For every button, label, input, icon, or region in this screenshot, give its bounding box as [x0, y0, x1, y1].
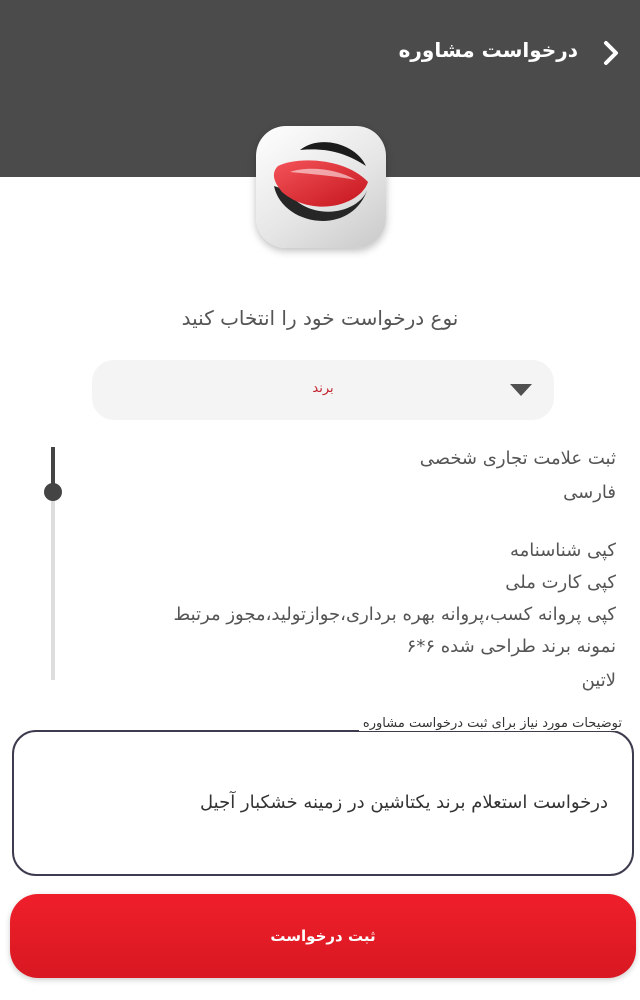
description-label: توضیحات مورد نیاز برای ثبت درخواست مشاور… [358, 716, 626, 731]
submit-request-button[interactable]: ثبت درخواست [10, 894, 636, 978]
chevron-right-icon [604, 41, 618, 65]
info-line: نمونه برند طراحی شده ۶*۶ [406, 636, 616, 657]
info-line: ثبت علامت تجاری شخصی [419, 448, 616, 469]
info-line: کپی پروانه کسب،پروانه بهره برداری،جوازتو… [173, 604, 617, 625]
description-value[interactable]: درخواست استعلام برند یکتاشین در زمینه خش… [200, 792, 608, 813]
info-line: لاتین [581, 670, 616, 691]
scroll-thumb[interactable] [44, 483, 62, 501]
request-type-selected: برند [312, 381, 334, 396]
request-type-prompt: نوع درخواست خود را انتخاب کنید [181, 306, 459, 330]
info-line: فارسی [563, 482, 616, 503]
brand-logo-icon [256, 126, 386, 248]
request-type-dropdown[interactable]: برند [92, 360, 554, 420]
back-button[interactable] [596, 38, 626, 68]
info-line: کپی شناسنامه [509, 540, 616, 561]
info-line: کپی کارت ملی [505, 572, 616, 593]
page-title: درخواست مشاوره [398, 38, 578, 62]
caret-down-icon [510, 384, 532, 396]
